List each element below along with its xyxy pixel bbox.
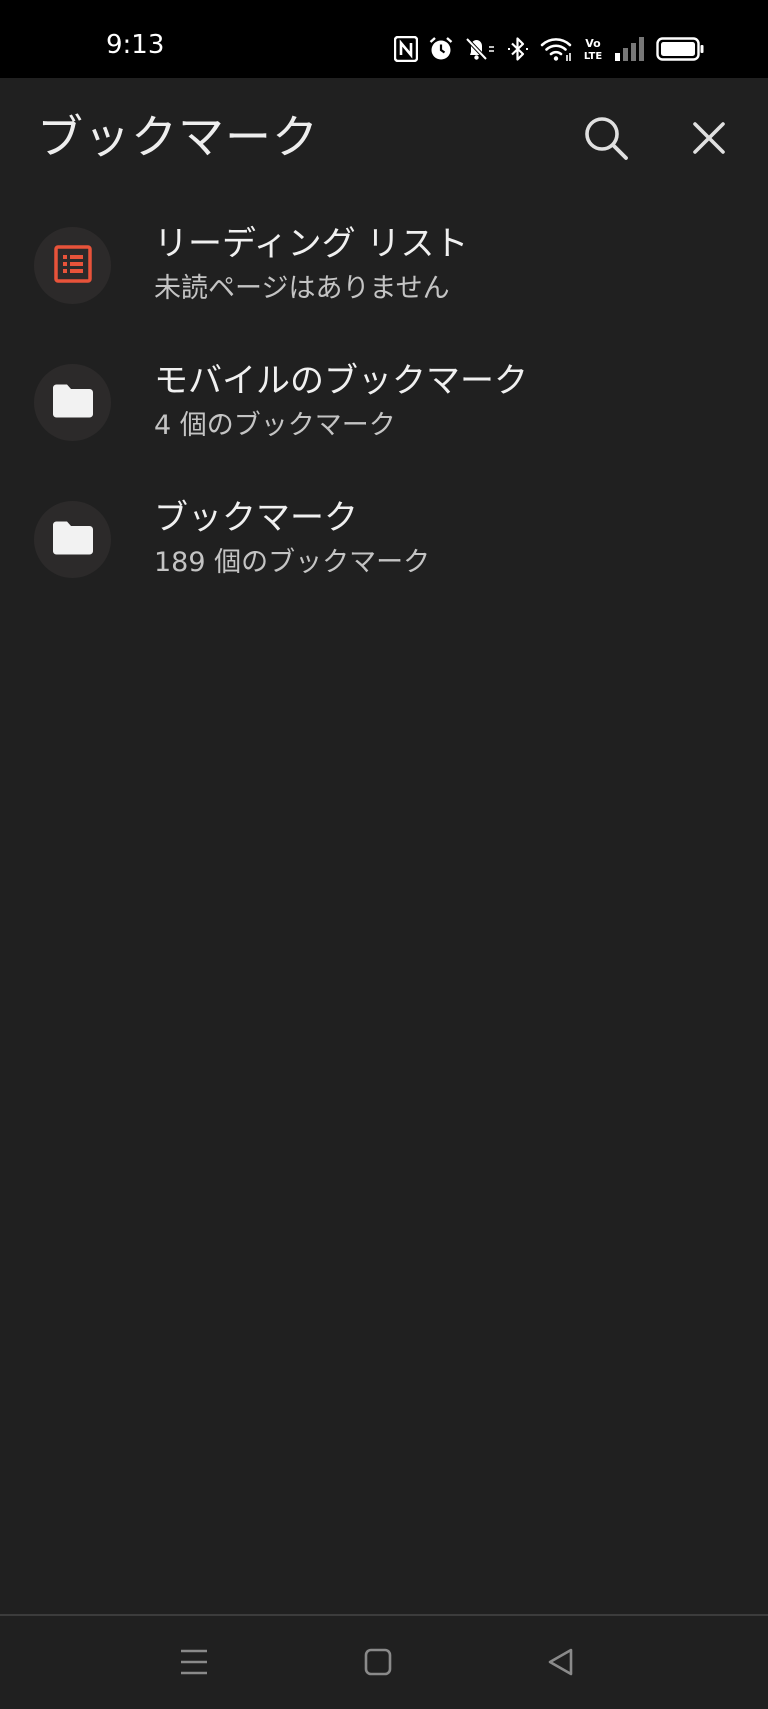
search-button[interactable]	[574, 108, 638, 172]
folder-icon	[51, 383, 95, 423]
app-bar: ブックマーク	[0, 78, 768, 198]
bluetooth-icon	[506, 36, 530, 62]
page-title: ブックマーク	[37, 110, 319, 164]
folder-icon	[51, 520, 95, 560]
status-icons: Vo LTE	[394, 34, 704, 64]
list-item-mobile-bookmarks[interactable]: モバイルのブックマーク 4 個のブックマーク	[0, 335, 768, 472]
list-item-subtitle: 未読ページはありません	[154, 273, 450, 304]
avatar	[34, 501, 111, 578]
battery-icon	[656, 36, 704, 62]
close-icon	[691, 120, 727, 160]
list-item-title: モバイルのブックマーク	[154, 361, 528, 401]
home-button[interactable]	[354, 1640, 402, 1688]
status-bar: 9:13 Vo LTE	[0, 0, 768, 78]
home-icon	[363, 1647, 393, 1681]
wifi-icon	[540, 36, 572, 62]
list-item-reading-list[interactable]: リーディング リスト 未読ページはありません	[0, 198, 768, 335]
avatar	[34, 227, 111, 304]
svg-text:LTE: LTE	[584, 51, 603, 62]
svg-text:Vo: Vo	[585, 37, 601, 50]
reading-list-icon	[53, 244, 93, 288]
volte-icon: Vo LTE	[582, 36, 604, 62]
list-item-subtitle: 189 個のブックマーク	[154, 547, 431, 578]
list-item-subtitle: 4 個のブックマーク	[154, 410, 396, 441]
alarm-icon	[428, 36, 454, 62]
search-icon	[582, 114, 630, 166]
back-icon	[546, 1647, 576, 1681]
signal-icon	[614, 36, 646, 62]
list-item-bookmarks-folder[interactable]: ブックマーク 189 個のブックマーク	[0, 472, 768, 609]
list-item-title: ブックマーク	[154, 498, 358, 538]
menu-icon	[179, 1647, 209, 1681]
close-button[interactable]	[677, 108, 741, 172]
back-button[interactable]	[537, 1640, 585, 1688]
avatar	[34, 364, 111, 441]
navigation-bar	[0, 1614, 768, 1709]
recent-apps-button[interactable]	[170, 1640, 218, 1688]
bookmark-list: リーディング リスト 未読ページはありません モバイルのブックマーク 4 個のブ…	[0, 198, 768, 609]
list-item-title: リーディング リスト	[154, 224, 469, 264]
nfc-icon	[394, 36, 418, 62]
mute-icon	[464, 36, 496, 62]
status-time: 9:13	[106, 30, 165, 60]
